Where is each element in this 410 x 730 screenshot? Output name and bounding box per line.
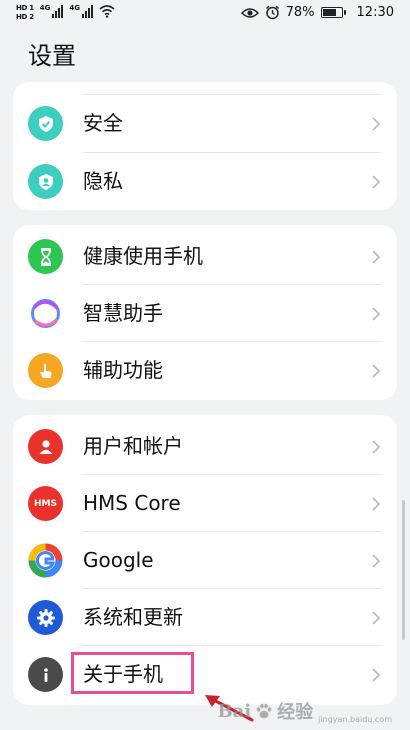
setting-item-smart-assistant[interactable]: 智慧助手 — [13, 285, 397, 342]
alarm-icon — [265, 5, 279, 20]
info-icon — [28, 657, 63, 692]
setting-item-system-update[interactable]: 系统和更新 — [13, 589, 397, 646]
watermark-domain: jingyan.baidu.com — [318, 715, 392, 724]
baidu-watermark: Bai 经验 jingyan.baidu.com — [217, 698, 392, 725]
sim-indicators: HD 1 HD 2 — [16, 4, 34, 21]
chevron-right-icon — [372, 668, 381, 682]
chevron-right-icon — [372, 117, 381, 131]
battery-fill — [322, 9, 336, 16]
status-right: 78% 12:30 — [240, 5, 394, 20]
sim2-label: HD 2 — [16, 13, 34, 21]
user-icon — [28, 429, 63, 464]
page-title: 设置 — [28, 42, 76, 70]
scrollbar[interactable] — [402, 500, 405, 640]
chevron-right-icon — [372, 175, 381, 189]
watermark-brand-suffix: 经验 — [277, 702, 314, 723]
watermark-brand-prefix: Bai — [217, 700, 252, 722]
setting-item-label: 隐私 — [83, 169, 123, 193]
hms-icon: HMS — [28, 486, 63, 521]
chevron-right-icon — [372, 364, 381, 378]
setting-item-label: 安全 — [83, 111, 123, 135]
setting-item-security[interactable]: 安全 — [13, 95, 397, 152]
setting-item-label: 健康使用手机 — [83, 244, 203, 268]
sim1-label: HD 1 — [16, 4, 34, 12]
setting-item-digital-balance[interactable]: 健康使用手机 — [13, 228, 397, 285]
ai-assistant-icon — [28, 296, 63, 331]
signal-icon: 4G — [40, 4, 64, 18]
chevron-right-icon — [372, 440, 381, 454]
setting-item-label: 用户和帐户 — [83, 434, 183, 458]
status-bar: HD 1 HD 2 4G 4G 78% 12:30 — [0, 0, 410, 28]
setting-item-users-accounts[interactable]: 用户和帐户 — [13, 418, 397, 475]
privacy-icon — [28, 164, 63, 199]
chevron-right-icon — [372, 497, 381, 511]
network-type-2: 4G — [69, 4, 81, 12]
setting-item-privacy[interactable]: 隐私 — [13, 153, 397, 210]
setting-item-label: 系统和更新 — [83, 605, 183, 629]
clock: 12:30 — [356, 5, 394, 20]
paw-icon — [256, 703, 272, 719]
setting-item-google[interactable]: Google — [13, 532, 397, 589]
chevron-right-icon — [372, 554, 381, 568]
setting-item-label: HMS Core — [83, 491, 181, 515]
hms-icon-text: HMS — [34, 498, 57, 509]
wifi-icon — [99, 5, 115, 18]
hourglass-icon — [28, 239, 63, 274]
chevron-right-icon — [372, 307, 381, 321]
setting-item-label: 智慧助手 — [83, 301, 163, 325]
eye-icon — [240, 7, 259, 18]
shield-icon — [28, 106, 63, 141]
google-icon — [28, 543, 63, 578]
setting-item-accessibility[interactable]: 辅助功能 — [13, 342, 397, 399]
battery-icon — [320, 7, 346, 18]
status-left: HD 1 HD 2 4G 4G — [16, 4, 115, 21]
chevron-right-icon — [372, 250, 381, 264]
hand-icon — [28, 353, 63, 388]
network-type-1: 4G — [39, 4, 51, 12]
setting-item-label: 辅助功能 — [83, 358, 163, 382]
chevron-right-icon — [372, 611, 381, 625]
setting-item-label: Google — [83, 548, 154, 572]
settings-group-assist: 健康使用手机 智慧助手 辅助功能 — [13, 225, 397, 400]
gear-icon — [28, 600, 63, 635]
battery-percent: 78% — [285, 5, 315, 20]
signal-icon: 4G — [69, 4, 94, 18]
annotation-highlight-box — [71, 652, 194, 694]
settings-group-security: 安全 隐私 — [13, 82, 397, 210]
setting-item-hms-core[interactable]: HMS HMS Core — [13, 475, 397, 532]
